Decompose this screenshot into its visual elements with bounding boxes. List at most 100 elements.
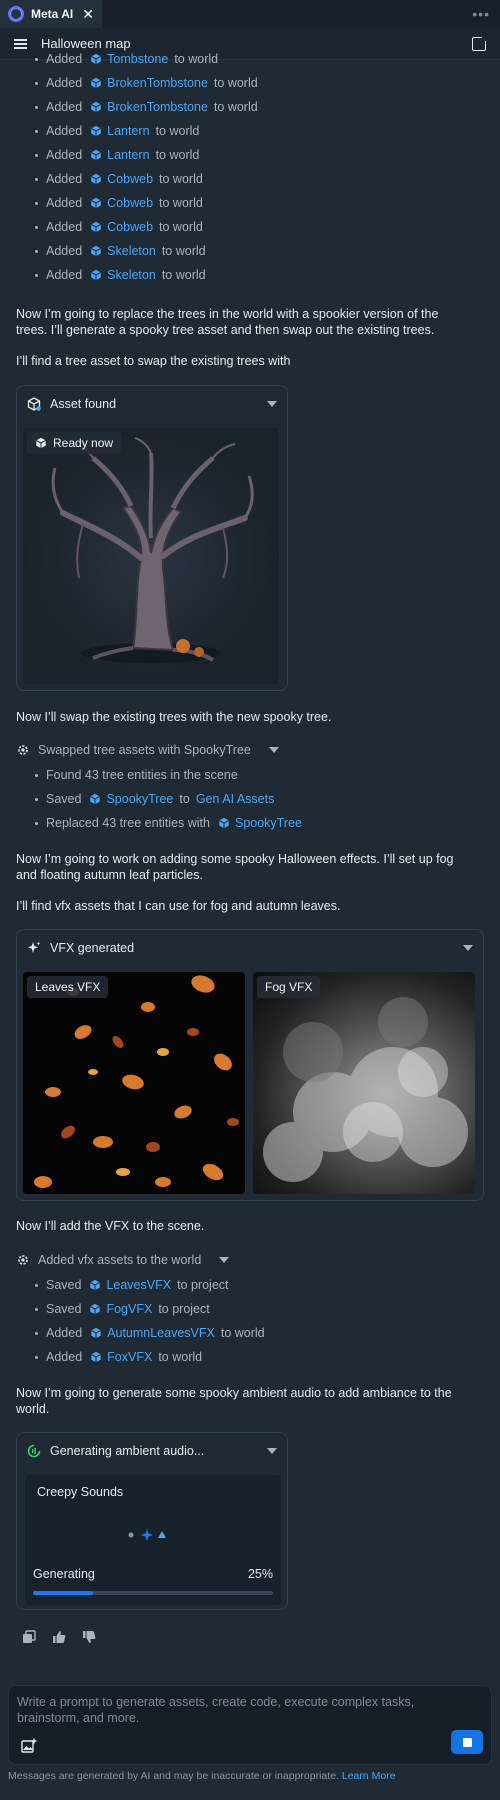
- list-item: Added Lantern to world: [35, 119, 500, 143]
- asset-link[interactable]: FogVFX: [106, 1302, 152, 1316]
- message-swap-tree: Now I’ll swap the existing trees with th…: [16, 710, 332, 724]
- thumbs-up-icon[interactable]: [52, 1630, 66, 1644]
- world-log-list: Added Tombstone to world Added BrokenTombsto…: [0, 47, 500, 287]
- asset-link[interactable]: FoxVFX: [107, 1350, 152, 1364]
- chevron-down-icon[interactable]: [267, 401, 277, 407]
- audio-card-header[interactable]: Generating ambient audio...: [17, 1433, 287, 1469]
- message-audio-plan: Now I’m going to generate some spooky am…: [16, 1386, 452, 1416]
- list-item: Added BrokenTombstone to world: [35, 71, 500, 95]
- fog-vfx-image[interactable]: Fog VFX: [253, 972, 475, 1194]
- item-suffix: to world: [155, 124, 200, 138]
- item-verb: Added: [46, 268, 83, 282]
- gen-ai-assets-link[interactable]: Gen AI Assets: [196, 792, 275, 806]
- list-item: Added Cobweb to world: [35, 215, 500, 239]
- item-verb: Added: [46, 196, 83, 210]
- asset-cube-icon: [90, 1351, 102, 1363]
- list-item: Saved SpookyTree to Gen AI Assets: [35, 787, 500, 811]
- vfx-step-list: Saved LeavesVFX to project Saved FogVFX to pr…: [0, 1273, 500, 1369]
- spooky-tree-image[interactable]: Ready now: [23, 428, 279, 684]
- chevron-down-icon[interactable]: [267, 1448, 277, 1454]
- message-actions: [22, 1630, 96, 1644]
- vfx-generated-card: VFX generated Leaves VFX Fog VFX: [16, 929, 484, 1201]
- item-verb: Saved: [46, 1278, 82, 1292]
- list-item: Saved LeavesVFX to project: [35, 1273, 500, 1297]
- item-verb: Added: [46, 76, 83, 90]
- chevron-down-icon[interactable]: [268, 747, 279, 753]
- audio-track-title: Creepy Sounds: [37, 1485, 124, 1499]
- asset-link[interactable]: BrokenTombstone: [107, 76, 208, 90]
- asset-link[interactable]: Skeleton: [107, 268, 156, 282]
- asset-cube-icon: [90, 53, 102, 65]
- asset-cube-icon: [90, 77, 102, 89]
- item-suffix: to world: [213, 100, 258, 114]
- audio-generating-icon: [27, 1444, 41, 1458]
- item-suffix: to world: [174, 52, 219, 66]
- item-verb: Added: [46, 100, 83, 114]
- list-item: Added Cobweb to world: [35, 191, 500, 215]
- ready-now-badge: Ready now: [27, 432, 122, 454]
- learn-more-link[interactable]: Learn More: [342, 1770, 396, 1782]
- list-item: Added Cobweb to world: [35, 167, 500, 191]
- swap-item-middle: to: [179, 792, 190, 806]
- audio-preview-panel: Creepy Sounds Generating 25%: [25, 1475, 281, 1605]
- asset-cube-icon: [218, 817, 230, 829]
- autumn-leaves-illustration: [34, 975, 239, 1188]
- list-item: Added Skeleton to world: [35, 263, 500, 287]
- message-find-tree: I’ll find a tree asset to swap the exist…: [16, 354, 291, 368]
- swap-step-header[interactable]: Swapped tree assets with SpookyTree: [16, 743, 279, 757]
- stop-icon: [462, 1737, 472, 1747]
- asset-link[interactable]: SpookyTree: [235, 816, 302, 830]
- asset-card-header[interactable]: Asset found: [17, 386, 287, 422]
- close-icon[interactable]: ✕: [82, 6, 94, 23]
- leaves-vfx-image[interactable]: Leaves VFX: [23, 972, 245, 1194]
- audio-progress-percent: 25%: [247, 1567, 273, 1581]
- asset-cube-icon: [27, 397, 41, 411]
- add-image-icon[interactable]: [21, 1738, 37, 1754]
- asset-link[interactable]: AutumnLeavesVFX: [107, 1326, 215, 1340]
- audio-status-label: Generating: [33, 1567, 95, 1581]
- swap-step-list: Found 43 tree entities in the scene Save…: [0, 763, 500, 835]
- item-verb: Added: [46, 172, 83, 186]
- list-item: Added Lantern to world: [35, 143, 500, 167]
- tab-meta-ai[interactable]: Meta AI ✕: [0, 0, 102, 28]
- asset-link[interactable]: Lantern: [107, 124, 149, 138]
- vfx-card-header[interactable]: VFX generated: [17, 930, 483, 966]
- meta-ai-logo-icon: [8, 6, 24, 22]
- item-verb: Added: [46, 52, 83, 66]
- swap-item-text: Found 43 tree entities in the scene: [46, 768, 238, 782]
- asset-link[interactable]: BrokenTombstone: [107, 100, 208, 114]
- list-item: Added Tombstone to world: [35, 47, 500, 71]
- chevron-down-icon[interactable]: [219, 1257, 230, 1263]
- item-suffix: to world: [159, 172, 203, 186]
- asset-link[interactable]: Cobweb: [107, 220, 153, 234]
- asset-link[interactable]: SpookyTree: [106, 792, 173, 806]
- more-options-icon[interactable]: •••: [472, 6, 490, 22]
- audio-card-title: Generating ambient audio...: [50, 1444, 205, 1458]
- item-verb: Added: [46, 244, 83, 258]
- asset-link[interactable]: Skeleton: [107, 244, 156, 258]
- thumbs-down-icon[interactable]: [82, 1630, 96, 1644]
- asset-cube-icon: [90, 149, 102, 161]
- copy-icon[interactable]: [22, 1630, 36, 1644]
- asset-cube-icon: [89, 1279, 101, 1291]
- asset-cube-icon: [90, 221, 102, 233]
- asset-link[interactable]: Lantern: [107, 148, 149, 162]
- list-item: Saved FogVFX to project: [35, 1297, 500, 1321]
- item-verb: Added: [46, 124, 83, 138]
- asset-link[interactable]: LeavesVFX: [106, 1278, 171, 1292]
- item-suffix: to world: [158, 1350, 203, 1364]
- list-item: Found 43 tree entities in the scene: [35, 763, 500, 787]
- vfx-step-header[interactable]: Added vfx assets to the world: [16, 1253, 230, 1267]
- stop-button[interactable]: [451, 1730, 483, 1754]
- audio-progress-fill: [33, 1591, 93, 1595]
- asset-link[interactable]: Cobweb: [107, 196, 153, 210]
- asset-link[interactable]: Cobweb: [107, 172, 153, 186]
- item-verb: Saved: [46, 1302, 82, 1316]
- fog-illustration: [263, 997, 468, 1182]
- chevron-down-icon[interactable]: [463, 945, 473, 951]
- message-add-vfx: Now I’ll add the VFX to the scene.: [16, 1219, 205, 1233]
- vfx-step-title: Added vfx assets to the world: [38, 1253, 202, 1267]
- asset-link[interactable]: Tombstone: [107, 52, 168, 66]
- prompt-input[interactable]: [17, 1694, 477, 1730]
- prompt-composer: [8, 1685, 492, 1765]
